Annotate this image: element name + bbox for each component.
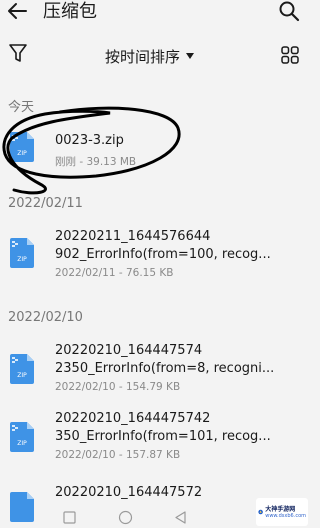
watermark-logo-icon	[258, 509, 263, 515]
file-name-line1: 20220210_164447572	[55, 485, 203, 500]
zip-icon-label: ZIP	[17, 372, 27, 379]
zip-file-icon: ZIP	[10, 422, 34, 452]
search-icon[interactable]	[278, 0, 300, 22]
back-triangle-icon[interactable]	[174, 511, 187, 524]
back-arrow-icon[interactable]	[6, 0, 28, 22]
hand-drawn-circle-annotation	[2, 106, 181, 195]
file-name-line2: 902_ErrorInfo(from=100, recog...	[55, 247, 271, 262]
file-name-line2: 2350_ErrorInfo(from=8, recogni...	[55, 361, 275, 376]
file-name-line1: 20220210_1644475742	[55, 411, 211, 426]
file-meta: 2022/02/10 - 157.87 KB	[55, 449, 181, 461]
zip-icon-label: ZIP	[17, 440, 27, 447]
file-meta: 2022/02/10 - 154.79 KB	[55, 381, 181, 393]
section-header-date: 2022/02/10	[8, 310, 83, 325]
file-name-line1: 20220210_164447574	[55, 343, 203, 358]
file-name-line2: 350_ErrorInfo(from=101, recog...	[55, 429, 271, 444]
watermark-name: 大神手游网	[265, 505, 296, 513]
file-name-line1: 20220211_1644576644	[55, 229, 211, 244]
file-meta: 2022/02/11 - 76.15 KB	[55, 267, 174, 279]
section-header-date: 2022/02/11	[8, 196, 83, 211]
chevron-down-icon	[186, 53, 195, 59]
file-row[interactable]: ZIP 20220211_1644576644 902_ErrorInfo(fr…	[0, 222, 311, 284]
file-row[interactable]: ZIP 20220210_164447574 2350_ErrorInfo(fr…	[0, 338, 311, 400]
watermark-domain: www.dsxb6.com	[265, 512, 306, 519]
filter-icon[interactable]	[8, 42, 28, 64]
home-icon[interactable]	[118, 510, 133, 525]
sort-dropdown[interactable]: 按时间排序	[105, 44, 195, 68]
zip-icon-label: ZIP	[17, 256, 27, 263]
grid-view-icon[interactable]	[280, 45, 300, 65]
zip-file-icon: ZIP	[10, 238, 34, 268]
page-title: 压缩包	[43, 1, 97, 22]
sort-label: 按时间排序	[105, 47, 181, 66]
file-row[interactable]: ZIP 20220210_1644475742 350_ErrorInfo(fr…	[0, 406, 311, 468]
recent-apps-icon[interactable]	[63, 511, 76, 524]
site-watermark: 大神手游网 www.dsxb6.com	[256, 498, 308, 526]
zip-file-icon: ZIP	[10, 354, 34, 384]
